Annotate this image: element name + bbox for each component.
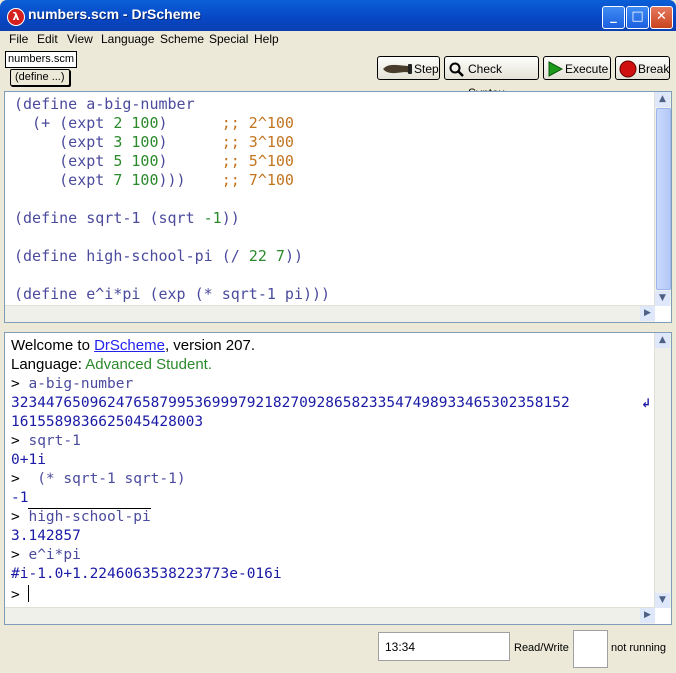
- repl-input-line: > high-school-pi: [11, 508, 151, 525]
- pane-splitter[interactable]: [4, 325, 672, 332]
- highlighted-identifier: high-school-pi: [28, 508, 151, 525]
- lambda-icon: λ: [7, 8, 25, 26]
- close-icon: ✕: [656, 9, 667, 24]
- repl-output-line: #i-1.0+1.2246063538223773e-016i: [11, 566, 282, 582]
- code-line: (expt 7 100))) ;; 7^100: [14, 171, 294, 189]
- repl-input-line: > sqrt-1: [11, 433, 81, 449]
- text-cursor: [28, 585, 30, 602]
- repl-input-line: > a-big-number: [11, 376, 134, 392]
- magnifier-icon: [449, 62, 464, 77]
- menu-scheme[interactable]: Scheme: [160, 32, 204, 46]
- execute-button[interactable]: Execute: [543, 56, 611, 80]
- minimize-button[interactable]: _: [602, 6, 625, 29]
- window-title: numbers.scm - DrScheme: [28, 6, 201, 22]
- code-line: (define e^i*pi (exp (* sqrt-1 pi))): [14, 285, 331, 303]
- execute-label: Execute: [565, 62, 609, 76]
- language-line: Language: Advanced Student.: [11, 356, 213, 373]
- close-button[interactable]: ✕: [650, 6, 673, 29]
- scroll-up-icon[interactable]: ▲: [655, 333, 670, 348]
- scroll-right-icon[interactable]: ▶: [640, 608, 655, 623]
- cursor-position: 13:34: [378, 632, 510, 661]
- scroll-down-icon[interactable]: ▼: [655, 593, 670, 608]
- code-line: (expt 3 100) ;; 3^100: [14, 133, 294, 151]
- repl-input-line: > (* sqrt-1 sqrt-1): [11, 471, 186, 487]
- break-button[interactable]: Break: [615, 56, 670, 80]
- minimize-icon: _: [610, 9, 617, 24]
- step-label: Step: [414, 62, 439, 76]
- definitions-editor[interactable]: (define a-big-number (+ (expt 2 100) ;; …: [4, 91, 672, 323]
- foot-icon: [383, 64, 412, 74]
- scroll-up-icon[interactable]: ▲: [655, 92, 670, 107]
- definitions-vertical-scrollbar[interactable]: ▲ ▼: [654, 92, 671, 306]
- line-wrap-icon: ↲: [641, 396, 652, 410]
- code-line: (expt 5 100) ;; 5^100: [14, 152, 294, 170]
- code-line: (+ (expt 2 100) ;; 2^100: [14, 114, 294, 132]
- definitions-horizontal-scrollbar[interactable]: ▶: [5, 305, 655, 322]
- repl-output-line: 3.142857: [11, 528, 81, 544]
- menu-help[interactable]: Help: [254, 32, 279, 46]
- scroll-down-icon[interactable]: ▼: [655, 291, 670, 306]
- repl-input-line: > e^i*pi: [11, 547, 81, 563]
- repl-output-line: 1615589836625045428003: [11, 414, 204, 430]
- menu-file[interactable]: File: [9, 32, 28, 46]
- repl-output-line: 0+1i: [11, 452, 46, 468]
- file-tab[interactable]: numbers.scm: [5, 51, 78, 68]
- check-syntax-button[interactable]: Check Syntax: [444, 56, 539, 100]
- title-bar[interactable]: λ numbers.scm - DrScheme _ □ ✕: [0, 0, 676, 31]
- running-status: not running: [611, 642, 667, 654]
- menu-special[interactable]: Special: [209, 32, 248, 46]
- maximize-icon: □: [631, 9, 644, 24]
- interactions-horizontal-scrollbar[interactable]: ▶: [5, 607, 655, 624]
- gc-indicator: [573, 630, 608, 668]
- repl-output-line: -1: [11, 490, 29, 506]
- interactions-window[interactable]: Welcome to DrScheme, version 207. Langua…: [4, 332, 672, 625]
- scroll-right-icon[interactable]: ▶: [640, 306, 655, 321]
- read-write-status[interactable]: Read/Write: [514, 642, 569, 654]
- define-popup-menu[interactable]: (define ...): [10, 69, 70, 86]
- play-icon: [548, 61, 563, 77]
- welcome-line: Welcome to DrScheme, version 207.: [11, 337, 256, 354]
- menu-edit[interactable]: Edit: [37, 32, 58, 46]
- code-line: (define sqrt-1 (sqrt -1)): [14, 209, 240, 227]
- interactions-vertical-scrollbar[interactable]: ▲ ▼: [654, 333, 671, 608]
- status-bar: 13:34 Read/Write not running: [4, 629, 672, 669]
- menu-bar: File Edit View Language Scheme Special H…: [4, 31, 672, 49]
- drscheme-link[interactable]: DrScheme: [94, 337, 165, 354]
- stop-icon: [619, 60, 637, 78]
- repl-output-line: 3234476509624765879953699979218270928658…: [11, 395, 570, 411]
- maximize-button[interactable]: □: [626, 6, 649, 29]
- code-line: (define high-school-pi (/ 22 7)): [14, 247, 303, 265]
- break-label: Break: [638, 62, 670, 76]
- repl-prompt-line[interactable]: >: [11, 585, 30, 603]
- scroll-thumb[interactable]: [656, 108, 671, 290]
- code-line: (define a-big-number: [14, 95, 195, 113]
- menu-language[interactable]: Language: [101, 32, 154, 46]
- menu-view[interactable]: View: [67, 32, 93, 46]
- step-button[interactable]: Step: [377, 56, 440, 80]
